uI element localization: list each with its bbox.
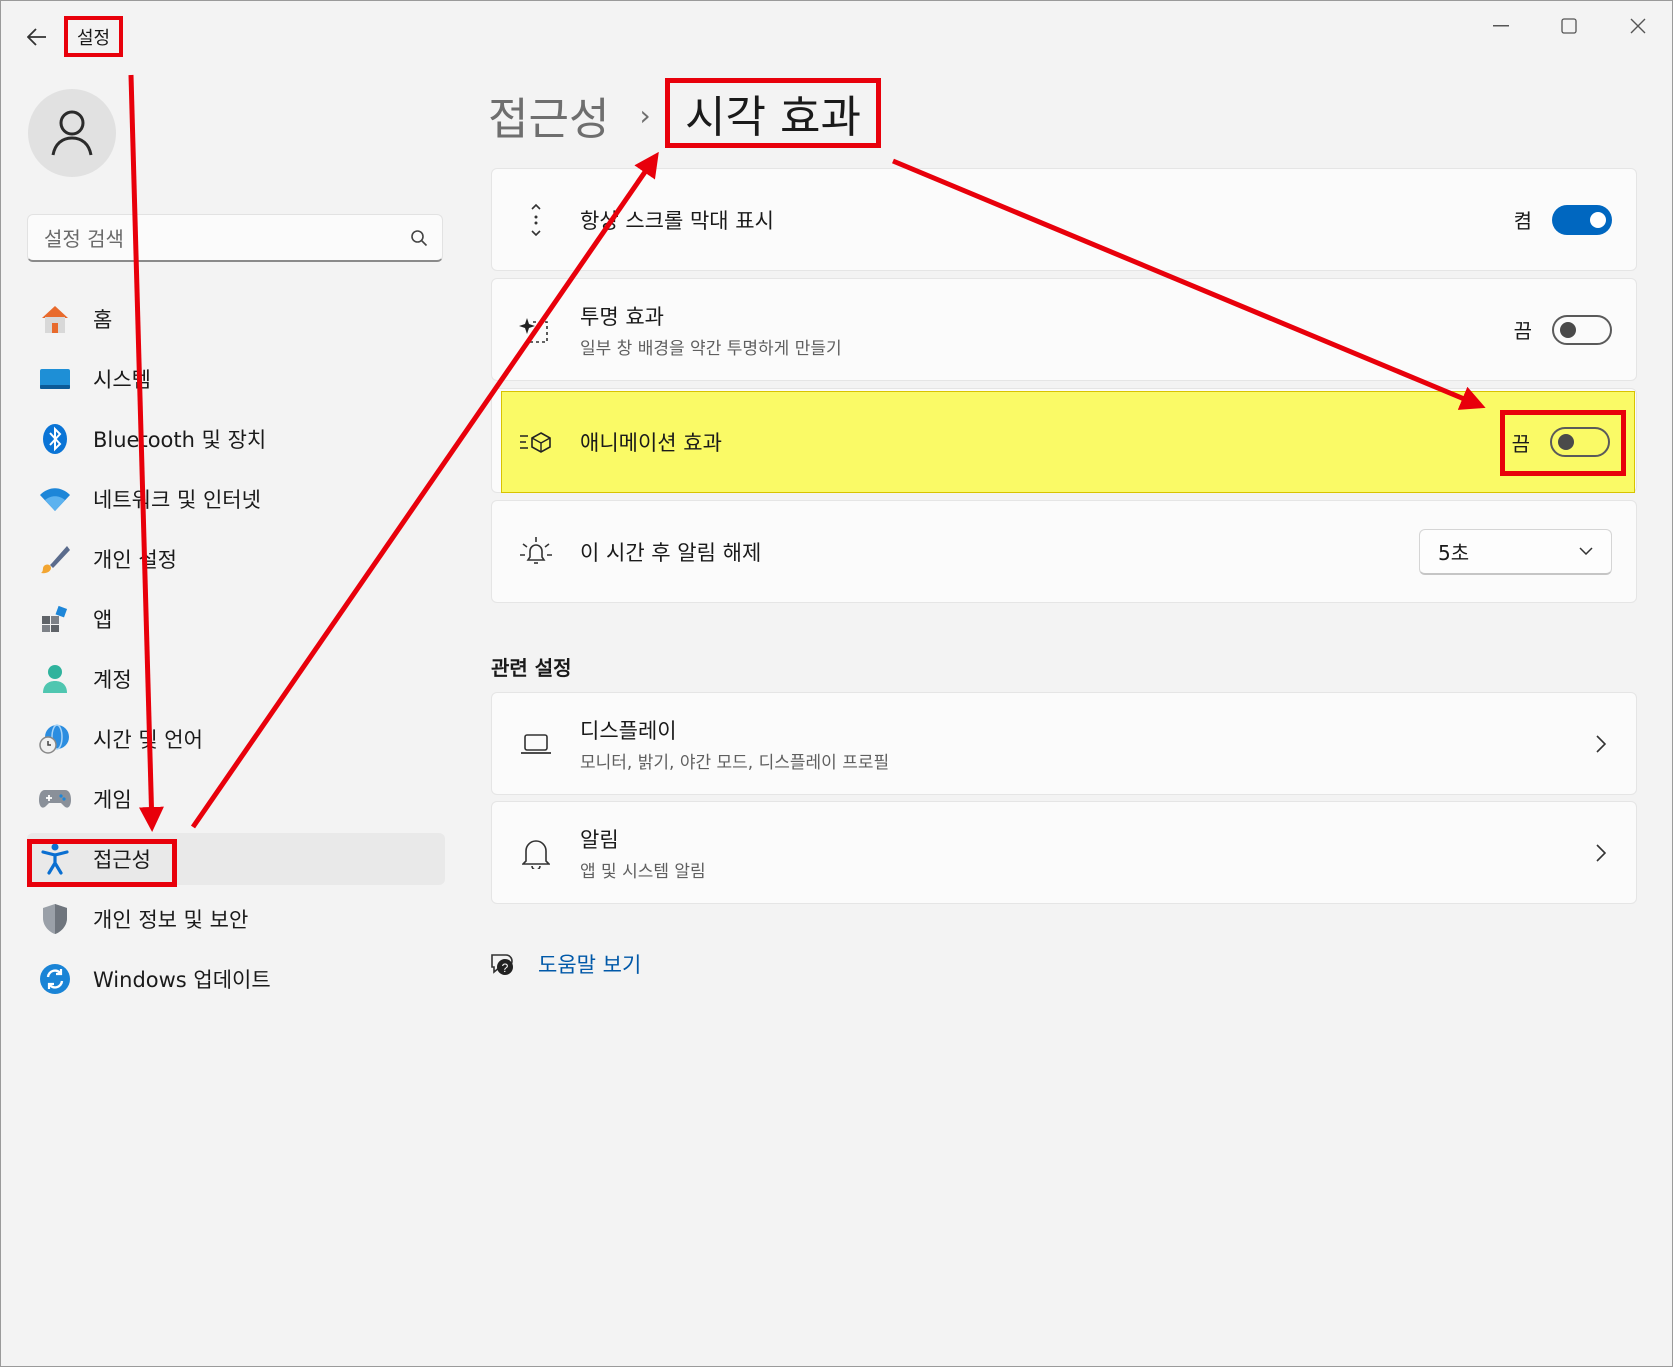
bell-icon [516, 833, 556, 873]
sidebar-item-label: 시간 및 언어 [93, 728, 203, 752]
sidebar-item-privacy[interactable]: 개인 정보 및 보안 [27, 893, 445, 945]
sidebar-item-home[interactable]: 홈 [27, 293, 445, 345]
home-icon [39, 303, 71, 335]
shield-icon [39, 903, 71, 935]
breadcrumb: 접근성 › [488, 79, 673, 151]
animation-icon [516, 422, 556, 462]
setting-subtitle: 일부 창 배경을 약간 투명하게 만들기 [580, 338, 842, 359]
help-label: 도움말 보기 [538, 953, 642, 977]
sidebar-item-label: 개인 정보 및 보안 [93, 908, 249, 932]
setting-animation: 애니메이션 효과 끔 [501, 391, 1635, 493]
transparency-toggle[interactable] [1552, 314, 1612, 345]
sidebar-nav: 홈 시스템 Bluetooth 및 장치 네트워크 및 인터넷 개인 설정 앱 … [27, 293, 445, 1013]
brush-icon [39, 543, 71, 575]
sidebar-item-network[interactable]: 네트워크 및 인터넷 [27, 473, 445, 525]
apps-icon [39, 603, 71, 635]
setting-title: 애니메이션 효과 [580, 431, 722, 455]
back-button[interactable] [19, 19, 55, 55]
setting-title: 이 시간 후 알림 해제 [580, 540, 762, 565]
user-icon [51, 110, 93, 156]
related-subtitle: 앱 및 시스템 알림 [580, 861, 706, 882]
dropdown-value: 5초 [1438, 540, 1470, 565]
transparency-icon [516, 310, 556, 350]
page-title: 시각 효과 [665, 78, 881, 148]
related-subtitle: 모니터, 밝기, 야간 모드, 디스플레이 프로필 [580, 752, 890, 773]
related-settings-heading: 관련 설정 [491, 656, 572, 680]
timeout-dropdown[interactable]: 5초 [1419, 528, 1612, 575]
sidebar-item-label: 게임 [93, 788, 132, 812]
sidebar-item-personalization[interactable]: 개인 설정 [27, 533, 445, 585]
search-input[interactable]: 설정 검색 [27, 214, 443, 262]
maximize-icon [1561, 18, 1577, 34]
gamepad-icon [39, 783, 71, 815]
chevron-right-icon [1596, 843, 1606, 862]
setting-scrollbars: 항상 스크롤 막대 표시 켬 [491, 168, 1637, 271]
sidebar-item-gaming[interactable]: 게임 [27, 773, 445, 825]
sidebar-item-system[interactable]: 시스템 [27, 353, 445, 405]
sidebar-item-bluetooth[interactable]: Bluetooth 및 장치 [27, 413, 445, 465]
help-icon: ? [491, 954, 513, 975]
related-title: 디스플레이 [580, 718, 677, 743]
search-placeholder: 설정 검색 [44, 227, 124, 251]
maximize-button[interactable] [1544, 11, 1594, 41]
scrollbar-icon [516, 200, 556, 240]
close-button[interactable] [1613, 11, 1663, 41]
sidebar-item-label: 시스템 [93, 368, 151, 392]
minimize-button[interactable] [1476, 11, 1526, 41]
sidebar-item-apps[interactable]: 앱 [27, 593, 445, 645]
related-notifications[interactable]: 알림 앱 및 시스템 알림 [491, 801, 1637, 904]
chevron-right-icon [1596, 734, 1606, 753]
sidebar-item-accounts[interactable]: 계정 [27, 653, 445, 705]
svg-text:?: ? [502, 961, 509, 975]
system-icon [39, 363, 71, 395]
toggle-state-label: 끔 [1513, 319, 1532, 343]
search-icon [411, 229, 428, 246]
wifi-icon [39, 483, 71, 515]
sidebar-item-label: 개인 설정 [93, 548, 177, 572]
scrollbars-toggle[interactable] [1552, 204, 1612, 235]
sidebar-item-label: 계정 [93, 668, 132, 692]
sidebar-item-label: 네트워크 및 인터넷 [93, 488, 261, 512]
chevron-down-icon [1579, 547, 1593, 555]
close-icon [1630, 18, 1646, 34]
sidebar-item-windows-update[interactable]: Windows 업데이트 [27, 953, 445, 1005]
setting-notification-timeout: 이 시간 후 알림 해제 5초 [491, 500, 1637, 603]
sidebar-item-time-language[interactable]: 시간 및 언어 [27, 713, 445, 765]
toggle-state-label: 켬 [1513, 209, 1532, 233]
help-link[interactable]: ? 도움말 보기 [488, 949, 641, 979]
setting-title: 항상 스크롤 막대 표시 [580, 208, 774, 233]
sidebar-item-label: Windows 업데이트 [93, 968, 271, 992]
breadcrumb-separator: › [639, 98, 651, 132]
annotation-box-animation-toggle [1500, 410, 1626, 476]
update-icon [39, 963, 71, 995]
setting-title: 투명 효과 [580, 304, 664, 329]
related-title: 알림 [580, 827, 619, 852]
laptop-icon [516, 724, 556, 764]
sidebar-item-label: Bluetooth 및 장치 [93, 428, 267, 452]
sidebar-item-label: 앱 [93, 608, 113, 632]
breadcrumb-parent[interactable]: 접근성 [488, 83, 609, 147]
annotation-box-accessibility [27, 839, 177, 887]
back-arrow-icon [27, 28, 46, 46]
avatar[interactable] [28, 89, 116, 177]
notification-timer-icon [516, 532, 556, 572]
sidebar-item-label: 홈 [93, 308, 113, 332]
setting-transparency: 투명 효과 일부 창 배경을 약간 투명하게 만들기 끔 [491, 278, 1637, 381]
globe-clock-icon [39, 723, 71, 755]
related-display[interactable]: 디스플레이 모니터, 밝기, 야간 모드, 디스플레이 프로필 [491, 692, 1637, 795]
bluetooth-icon [39, 423, 71, 455]
minimize-icon [1493, 25, 1509, 27]
app-title: 설정 [64, 16, 123, 57]
account-icon [39, 663, 71, 695]
